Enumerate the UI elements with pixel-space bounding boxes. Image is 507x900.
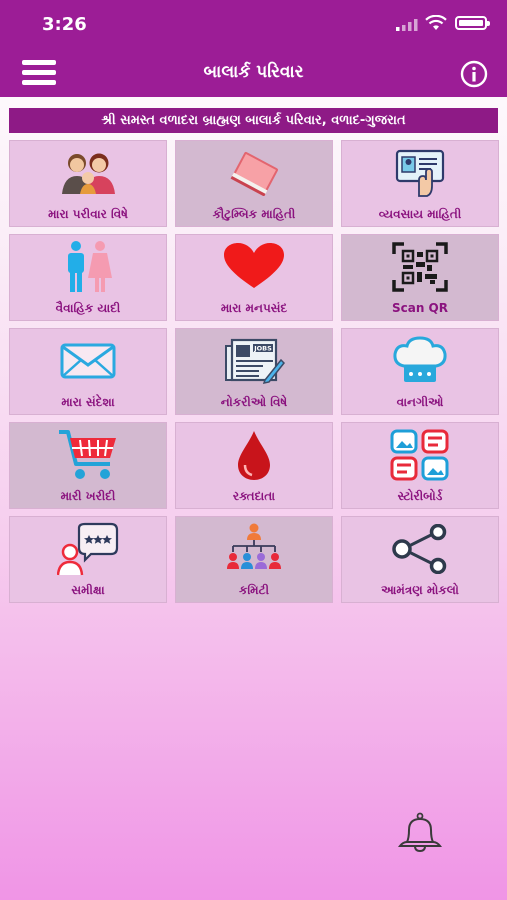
tile-label: મારી ખરીદી: [60, 489, 116, 503]
family-icon: [62, 153, 115, 194]
tile-business-info[interactable]: વ્યવસાય માહિતી: [341, 140, 499, 227]
tile-blood-donors[interactable]: રક્તદાતા: [175, 422, 333, 509]
tile-send-invite[interactable]: આમંત્રણ મોકલો: [341, 516, 499, 603]
tile-label: વાનગીઓ: [396, 395, 444, 409]
tile-review[interactable]: સમીક્ષા: [9, 516, 167, 603]
tile-family-info[interactable]: કૌટુમ્બિક માહિતી: [175, 140, 333, 227]
wifi-icon: [425, 15, 447, 30]
tile-label: સ્ટોરીબોર્ડ: [397, 489, 443, 503]
community-banner: શ્રી સમસ્ત વળાદરા બ્રાહ્મણ બાલાર્ક પરિવા…: [9, 108, 498, 133]
tile-my-family[interactable]: મારા પરીવાર વિષે: [9, 140, 167, 227]
review-icon: [57, 522, 119, 576]
page-title: બાલાર્ક પરિવાર: [203, 62, 304, 82]
battery-icon: [455, 16, 490, 30]
info-icon[interactable]: [460, 60, 488, 88]
id-card-icon: [395, 149, 445, 197]
cellular-signal-icon: [396, 19, 418, 31]
tile-label: મારા સંદેશા: [61, 395, 115, 409]
book-icon: [230, 152, 278, 196]
tile-marriage-list[interactable]: વૈવાહિક યાદી: [9, 234, 167, 321]
tile-scan-qr[interactable]: Scan QR: [341, 234, 499, 321]
tile-my-shopping[interactable]: મારી ખરીદી: [9, 422, 167, 509]
blood-drop-icon: [238, 431, 270, 480]
jobs-icon-text: JOBS: [253, 345, 272, 353]
status-time: 3:26: [42, 14, 87, 35]
tile-label: નોકરીઓ વિષે: [220, 395, 288, 409]
tile-label: રક્તદાતા: [232, 489, 276, 503]
heart-icon: [224, 243, 284, 288]
tile-label: Scan QR: [391, 301, 448, 315]
storyboard-icon: [390, 429, 449, 481]
envelope-icon: [60, 343, 116, 379]
chef-hat-icon: [393, 336, 447, 382]
tile-label: વૈવાહિક યાદી: [55, 301, 121, 315]
tile-label: મારા મનપસંદ: [220, 301, 288, 315]
notification-bell-icon[interactable]: [397, 812, 443, 852]
tile-my-messages[interactable]: મારા સંદેશા: [9, 328, 167, 415]
tile-my-favourites[interactable]: મારા મનપસંદ: [175, 234, 333, 321]
tile-label: મારા પરીવાર વિષે: [48, 207, 128, 221]
share-icon: [392, 524, 447, 574]
qr-code-icon: [392, 242, 448, 292]
shopping-cart-icon: [59, 430, 116, 479]
committee-icon: [227, 523, 281, 569]
app-bar: 3:26 બાલાર્ક પરિવાર: [0, 0, 507, 97]
tile-jobs[interactable]: JOBS નોકરીઓ વિષે: [175, 328, 333, 415]
tile-label: વ્યવસાય માહિતી: [378, 207, 462, 221]
tile-storyboard[interactable]: સ્ટોરીબોર્ડ: [341, 422, 499, 509]
tile-label: સમીક્ષા: [71, 583, 105, 597]
jobs-newspaper-icon: JOBS: [225, 338, 285, 384]
tile-label: આમંત્રણ મોકલો: [381, 583, 459, 597]
man-woman-icon: [68, 241, 112, 292]
tile-recipes[interactable]: વાનગીઓ: [341, 328, 499, 415]
tile-label: કમિટી: [238, 583, 270, 597]
status-bar: 3:26: [0, 0, 507, 46]
tile-committee[interactable]: કમિટી: [175, 516, 333, 603]
tile-label: કૌટુમ્બિક માહિતી: [212, 207, 296, 221]
